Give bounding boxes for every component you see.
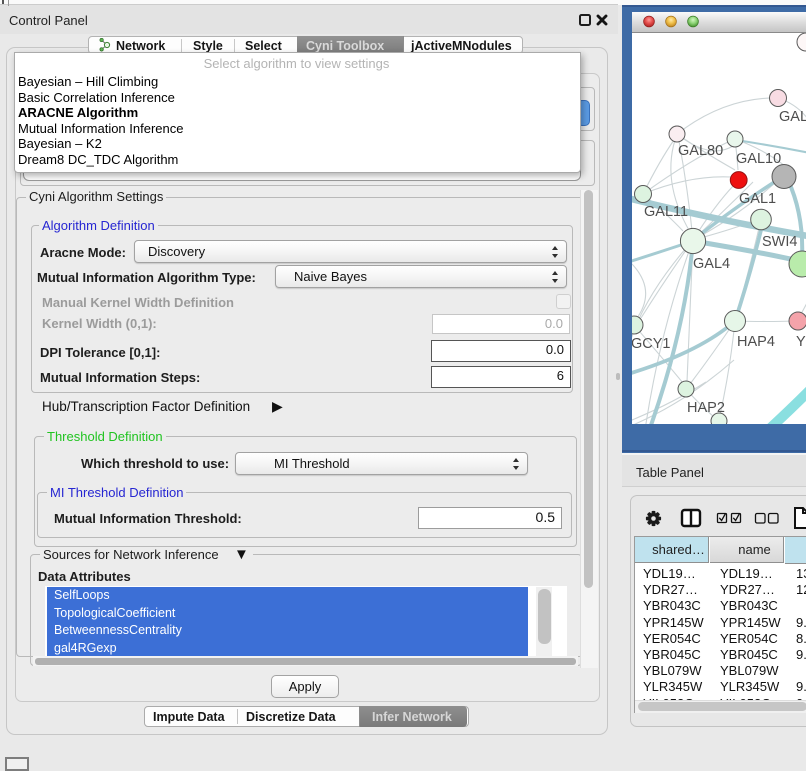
svg-text:GAL11: GAL11 (644, 204, 688, 220)
svg-text:GAL: GAL (779, 109, 806, 125)
svg-text:Y: Y (796, 334, 806, 350)
svg-text:GAL10: GAL10 (736, 151, 781, 167)
svg-text:GCY1: GCY1 (631, 336, 671, 352)
svg-text:SWI4: SWI4 (762, 234, 797, 250)
svg-text:HAP2: HAP2 (687, 400, 725, 416)
svg-text:GAL4: GAL4 (693, 256, 730, 272)
svg-text:HAP4: HAP4 (737, 334, 775, 350)
svg-text:GAL1: GAL1 (739, 191, 776, 207)
svg-text:GAL80: GAL80 (678, 143, 723, 159)
